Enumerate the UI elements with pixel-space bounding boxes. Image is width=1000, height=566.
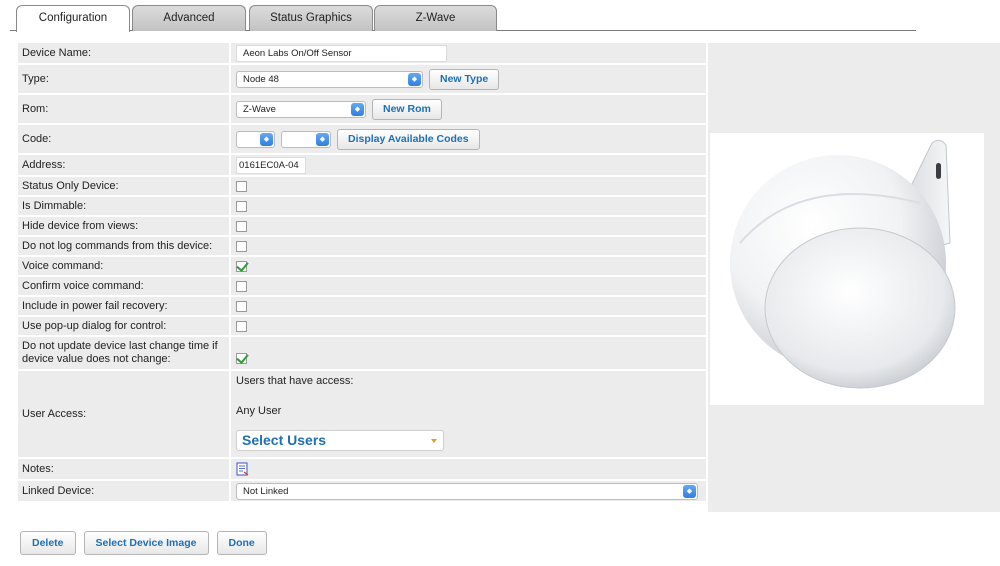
rom-select[interactable]: Z-Wave ◆	[236, 100, 366, 118]
no-update-row: Do not update device last change time if…	[18, 337, 706, 369]
power-fail-checkbox[interactable]	[236, 300, 247, 312]
device-name-row: Device Name: Aeon Labs On/Off Sensor	[18, 43, 706, 63]
select-arrows-icon: ◆	[316, 132, 329, 146]
type-label: Type:	[18, 65, 229, 93]
code-select-unit[interactable]: ◆	[281, 130, 331, 148]
confirm-voice-checkbox[interactable]	[236, 280, 247, 292]
checkbox-row-voice: Voice command:	[18, 257, 706, 275]
device-config-form: Device Name: Aeon Labs On/Off Sensor Typ…	[18, 43, 1000, 513]
tab-configuration[interactable]: Configuration	[16, 5, 130, 32]
select-arrows-icon: ◆	[351, 102, 364, 116]
tab-bar: Configuration Advanced Status Graphics Z…	[0, 0, 1000, 34]
checkbox-row-no-log: Do not log commands from this device:	[18, 237, 706, 255]
select-users-label: Select Users	[242, 432, 327, 448]
notes-row: Notes:	[18, 459, 706, 479]
rom-row: Rom: Z-Wave ◆ New Rom	[18, 95, 706, 123]
device-image	[710, 133, 984, 405]
is-dimmable-label: Is Dimmable:	[18, 197, 229, 215]
no-log-label: Do not log commands from this device:	[18, 237, 229, 255]
done-button[interactable]: Done	[216, 531, 267, 555]
user-access-label: User Access:	[18, 371, 229, 457]
checkbox-row-confirm-voice: Confirm voice command:	[18, 277, 706, 295]
rom-label: Rom:	[18, 95, 229, 123]
voice-command-checkbox[interactable]	[236, 260, 247, 272]
device-name-input[interactable]: Aeon Labs On/Off Sensor	[236, 44, 447, 62]
hide-device-checkbox[interactable]	[236, 220, 247, 232]
checkbox-row-status-only: Status Only Device:	[18, 177, 706, 195]
checkbox-row-dimmable: Is Dimmable:	[18, 197, 706, 215]
popup-dialog-checkbox[interactable]	[236, 320, 247, 332]
select-arrows-icon: ◆	[408, 72, 421, 86]
chevron-down-icon	[431, 439, 437, 443]
linked-device-select[interactable]: Not Linked ◆	[236, 482, 698, 500]
select-arrows-icon: ◆	[260, 132, 273, 146]
status-only-label: Status Only Device:	[18, 177, 229, 195]
linked-device-value: Not Linked	[243, 485, 289, 497]
no-update-checkbox[interactable]	[236, 353, 247, 364]
delete-button[interactable]: Delete	[20, 531, 76, 555]
type-select[interactable]: Node 48 ◆	[236, 70, 423, 88]
address-input[interactable]: 0161EC0A-04	[236, 156, 306, 174]
address-label: Address:	[18, 155, 229, 175]
select-users-dropdown[interactable]: Select Users	[236, 430, 444, 451]
tab-advanced[interactable]: Advanced	[132, 5, 246, 31]
new-type-button[interactable]: New Type	[429, 68, 500, 90]
code-select-house[interactable]: ◆	[236, 130, 275, 148]
action-buttons: Delete Select Device Image Done	[20, 531, 267, 555]
voice-command-label: Voice command:	[18, 257, 229, 275]
select-arrows-icon: ◆	[683, 484, 696, 498]
linked-device-label: Linked Device:	[18, 481, 229, 501]
notes-icon[interactable]	[236, 462, 249, 476]
checkbox-row-hide: Hide device from views:	[18, 217, 706, 235]
power-fail-label: Include in power fail recovery:	[18, 297, 229, 315]
users-access-list: Any User	[236, 405, 282, 417]
device-image-panel	[708, 43, 1000, 512]
is-dimmable-checkbox[interactable]	[236, 200, 247, 212]
linked-device-row: Linked Device: Not Linked ◆	[18, 481, 706, 501]
no-log-checkbox[interactable]	[236, 240, 247, 252]
checkbox-row-power-fail: Include in power fail recovery:	[18, 297, 706, 315]
hide-device-label: Hide device from views:	[18, 217, 229, 235]
tab-status-graphics[interactable]: Status Graphics	[249, 5, 373, 31]
type-row: Type: Node 48 ◆ New Type	[18, 65, 706, 93]
device-name-label: Device Name:	[18, 43, 229, 63]
popup-dialog-label: Use pop-up dialog for control:	[18, 317, 229, 335]
notes-label: Notes:	[18, 459, 229, 479]
user-access-row: User Access: Users that have access: Any…	[18, 371, 706, 457]
select-device-image-button[interactable]: Select Device Image	[83, 531, 209, 555]
code-row: Code: ◆ ◆ Display Available Codes	[18, 125, 706, 153]
new-rom-button[interactable]: New Rom	[372, 98, 442, 120]
rom-select-value: Z-Wave	[243, 103, 276, 115]
type-select-value: Node 48	[243, 73, 279, 85]
status-only-checkbox[interactable]	[236, 180, 247, 192]
tab-z-wave[interactable]: Z-Wave	[374, 5, 497, 31]
code-label: Code:	[18, 125, 229, 153]
address-row: Address: 0161EC0A-04	[18, 155, 706, 175]
confirm-voice-label: Confirm voice command:	[18, 277, 229, 295]
users-access-title: Users that have access:	[236, 375, 354, 387]
display-available-codes-button[interactable]: Display Available Codes	[337, 128, 480, 150]
no-update-label: Do not update device last change time if…	[18, 337, 229, 369]
checkbox-row-popup: Use pop-up dialog for control:	[18, 317, 706, 335]
